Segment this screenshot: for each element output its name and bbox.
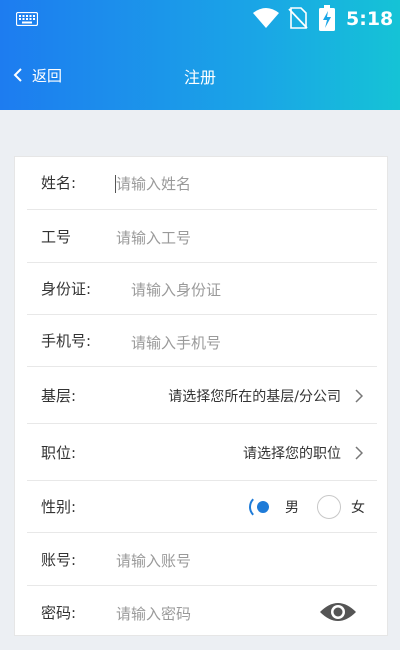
id-card-input[interactable] (131, 279, 331, 301)
radio-ring (249, 495, 273, 519)
position-label: 职位: (41, 444, 77, 462)
id-card-label: 身份证: (41, 280, 92, 298)
branch-select-value: 请选择您所在的基层/分公司 (168, 389, 341, 405)
gender-row: 性别: 男 女 (15, 481, 389, 533)
gender-male-radio[interactable] (249, 495, 275, 519)
name-row: 姓名: (15, 157, 389, 210)
employee-id-input[interactable] (116, 227, 316, 249)
gender-label: 性别: (41, 498, 77, 516)
phone-input[interactable] (131, 332, 331, 354)
chevron-right-icon (355, 446, 363, 460)
name-label: 姓名: (41, 174, 77, 192)
status-bar: 5:18 (0, 0, 400, 38)
name-input[interactable] (116, 173, 316, 195)
id-card-row: 身份证: (15, 263, 389, 315)
app-header: 5:18 返回 注册 (0, 0, 400, 110)
position-select-value: 请选择您的职位 (243, 446, 341, 462)
account-row: 账号: (15, 533, 389, 586)
employee-id-label: 工号 (41, 228, 72, 246)
gender-female-radio[interactable] (317, 495, 341, 519)
page-title: 注册 (183, 68, 216, 87)
account-input[interactable] (116, 550, 316, 572)
password-input[interactable] (116, 603, 296, 625)
wifi-icon (253, 8, 279, 28)
status-time: 5:18 (346, 8, 394, 30)
phone-row: 手机号: (15, 315, 389, 367)
employee-id-row: 工号 (15, 210, 389, 263)
position-select-row[interactable]: 职位: 请选择您的职位 (15, 424, 389, 481)
branch-label: 基层: (41, 387, 77, 405)
password-label: 密码: (41, 604, 77, 622)
eye-icon[interactable] (319, 600, 357, 624)
gender-female-label: 女 (351, 500, 365, 516)
gender-male-label: 男 (285, 500, 299, 516)
keyboard-icon (16, 12, 38, 26)
registration-form: 姓名: 工号 身份证: 手机号: 基层: 请选择您所在的基层/分公司 职位: 请… (14, 156, 388, 636)
no-sim-icon (288, 7, 308, 29)
gender-radio-group: 男 女 (249, 495, 365, 519)
branch-select-row[interactable]: 基层: 请选择您所在的基层/分公司 (15, 367, 389, 424)
phone-label: 手机号: (41, 332, 92, 350)
account-label: 账号: (41, 551, 77, 569)
battery-charging-icon (319, 5, 335, 31)
chevron-right-icon (355, 389, 363, 403)
password-row: 密码: (15, 586, 389, 637)
